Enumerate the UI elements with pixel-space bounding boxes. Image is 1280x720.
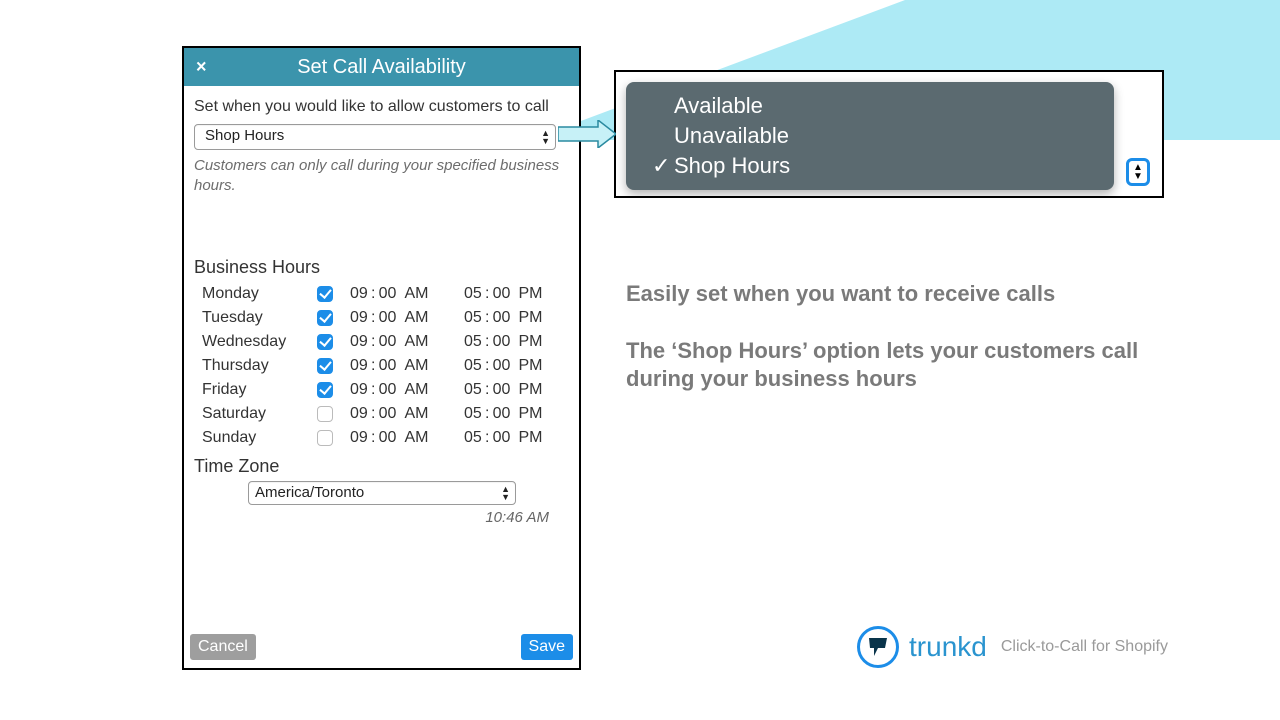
availability-option-shop-hours[interactable]: ✓Shop Hours [652,151,1094,181]
day-enabled-checkbox[interactable] [317,310,333,326]
trunkd-logo-icon [857,626,899,668]
open-time[interactable]: 09 : 00 AM [344,309,464,327]
day-enabled-checkbox[interactable] [317,358,333,374]
day-enabled-checkbox[interactable] [317,334,333,350]
day-enabled-checkbox[interactable] [317,382,333,398]
hours-row: Saturday 09 : 00 AM05 : 00 PM [194,402,569,426]
open-time[interactable]: 09 : 00 AM [344,405,464,423]
close-time[interactable]: 05 : 00 PM [464,381,564,399]
open-time[interactable]: 09 : 00 AM [344,357,464,375]
availability-option-available[interactable]: Available [652,91,1094,121]
hours-row: Monday 09 : 00 AM05 : 00 PM [194,282,569,306]
hours-row: Sunday 09 : 00 AM05 : 00 PM [194,426,569,450]
call-availability-panel: × Set Call Availability Set when you wou… [182,46,581,670]
marketing-text: Easily set when you want to receive call… [626,280,1166,422]
day-label: Tuesday [194,309,306,327]
option-label: Available [674,91,763,121]
marketing-line-2: The ‘Shop Hours’ option lets your custom… [626,337,1166,394]
day-label: Saturday [194,405,306,423]
close-icon[interactable]: × [196,57,207,78]
availability-dropdown-menu: Available Unavailable ✓Shop Hours [626,82,1114,190]
open-time[interactable]: 09 : 00 AM [344,285,464,303]
cancel-button[interactable]: Cancel [190,634,256,660]
hours-row: Wednesday 09 : 00 AM05 : 00 PM [194,330,569,354]
panel-description: Set when you would like to allow custome… [194,98,569,116]
open-time[interactable]: 09 : 00 AM [344,381,464,399]
select-arrows-icon: ▲▼ [1126,158,1150,186]
availability-hint: Customers can only call during your spec… [194,156,569,195]
day-enabled-checkbox[interactable] [317,430,333,446]
day-label: Thursday [194,357,306,375]
hours-row: Friday 09 : 00 AM05 : 00 PM [194,378,569,402]
availability-dropdown-zoom: Available Unavailable ✓Shop Hours ▲▼ [614,70,1164,198]
panel-title: Set Call Availability [297,56,466,79]
close-time[interactable]: 05 : 00 PM [464,309,564,327]
day-enabled-checkbox[interactable] [317,286,333,302]
hours-row: Tuesday 09 : 00 AM05 : 00 PM [194,306,569,330]
close-time[interactable]: 05 : 00 PM [464,429,564,447]
current-time: 10:46 AM [194,509,569,526]
day-label: Sunday [194,429,306,447]
hours-row: Thursday 09 : 00 AM05 : 00 PM [194,354,569,378]
availability-select-wrap: Shop Hours ▲▼ [194,124,556,150]
arrow-icon [558,120,616,148]
day-label: Wednesday [194,333,306,351]
brand: trunkd Click-to-Call for Shopify [857,626,1168,668]
close-time[interactable]: 05 : 00 PM [464,333,564,351]
panel-titlebar: × Set Call Availability [184,48,579,86]
panel-footer: Cancel Save [184,634,579,668]
availability-select[interactable]: Shop Hours [194,124,556,150]
brand-name: trunkd [909,631,987,663]
business-hours-grid: Monday09 : 00 AM05 : 00 PMTuesday09 : 00… [194,282,569,450]
close-time[interactable]: 05 : 00 PM [464,357,564,375]
day-enabled-checkbox[interactable] [317,406,333,422]
checkmark-icon: ✓ [652,151,674,181]
timezone-select[interactable]: America/Toronto [248,481,516,505]
marketing-line-1: Easily set when you want to receive call… [626,280,1166,309]
option-label: Unavailable [674,121,789,151]
timezone-select-wrap: America/Toronto ▲▼ [248,481,516,505]
open-time[interactable]: 09 : 00 AM [344,429,464,447]
business-hours-title: Business Hours [194,257,569,278]
day-label: Monday [194,285,306,303]
timezone-title: Time Zone [194,456,569,477]
close-time[interactable]: 05 : 00 PM [464,405,564,423]
open-time[interactable]: 09 : 00 AM [344,333,464,351]
option-label: Shop Hours [674,151,790,181]
day-label: Friday [194,381,306,399]
brand-tagline: Click-to-Call for Shopify [1001,638,1168,656]
panel-body: Set when you would like to allow custome… [184,86,579,634]
availability-option-unavailable[interactable]: Unavailable [652,121,1094,151]
save-button[interactable]: Save [521,634,573,660]
close-time[interactable]: 05 : 00 PM [464,285,564,303]
